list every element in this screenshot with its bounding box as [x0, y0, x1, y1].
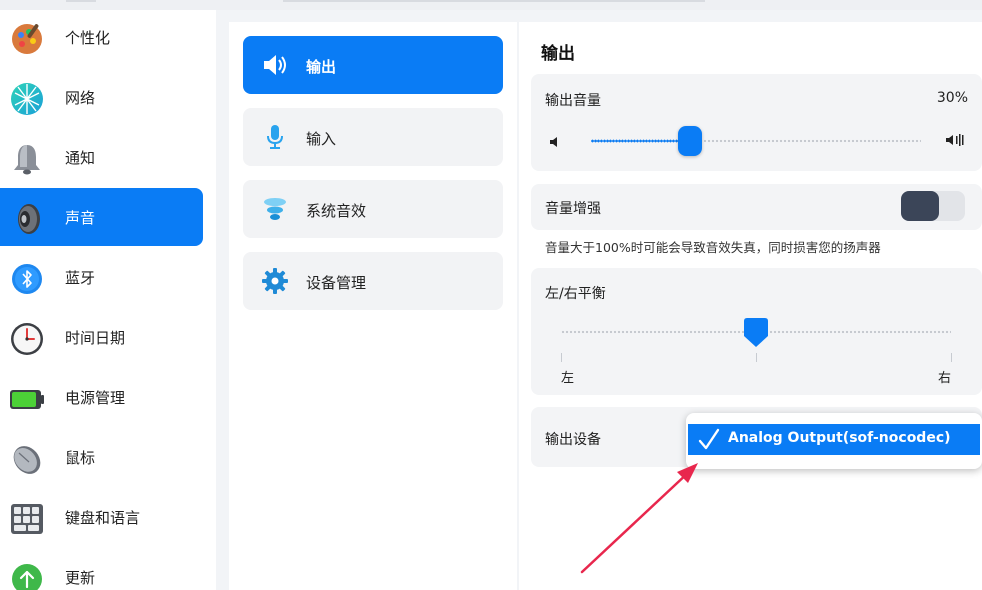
- output-volume-card: 输出音量 30%: [531, 74, 982, 171]
- output-volume-value: 30%: [936, 90, 968, 106]
- subnav-item-output[interactable]: 输出: [243, 36, 503, 94]
- subnav-item-label: 设备管理: [306, 274, 367, 292]
- volume-boost-toggle[interactable]: [901, 191, 965, 221]
- sidebar-item-label: 蓝牙: [65, 269, 96, 287]
- volume-boost-label: 音量增强: [545, 201, 601, 217]
- search-field-edge: [283, 0, 705, 2]
- dropdown-option-label: Analog Output(sof-nocodec): [728, 430, 951, 446]
- mouse-icon: [9, 441, 45, 477]
- gear-icon: [261, 267, 289, 295]
- sidebar-item-label: 时间日期: [65, 329, 126, 347]
- sound-effects-icon: [261, 195, 289, 223]
- output-device-dropdown[interactable]: Analog Output(sof-nocodec): [686, 413, 982, 469]
- subnav-item-device-management[interactable]: 设备管理: [243, 252, 503, 310]
- subnav-item-sound-effects[interactable]: 系统音效: [243, 180, 503, 238]
- checkmark-icon: [698, 427, 720, 451]
- dropdown-option-selected[interactable]: Analog Output(sof-nocodec): [688, 424, 980, 455]
- sidebar-item-keyboard[interactable]: 键盘和语言: [0, 488, 203, 546]
- sidebar-item-label: 键盘和语言: [65, 509, 141, 527]
- balance-label: 左/右平衡: [545, 286, 606, 302]
- palette-icon: [9, 21, 45, 57]
- sidebar-item-label: 鼠标: [65, 449, 96, 467]
- balance-card: 左/右平衡 左 右: [531, 268, 982, 395]
- bell-icon: [9, 141, 45, 177]
- balance-left-label: 左: [561, 371, 575, 386]
- balance-right-label: 右: [938, 371, 952, 386]
- titlebar-button-edge: [66, 0, 96, 2]
- sidebar-item-label: 更新: [65, 569, 96, 587]
- subnav-item-label: 输入: [306, 130, 337, 148]
- speaker-icon: [9, 201, 45, 237]
- sidebar-item-label: 电源管理: [65, 389, 126, 407]
- balance-tick-right: [951, 353, 952, 362]
- sidebar-item-network[interactable]: 网络: [0, 68, 203, 126]
- clock-icon: [9, 321, 45, 357]
- sidebar-item-power[interactable]: 电源管理: [0, 368, 203, 426]
- volume-low-icon[interactable]: [549, 133, 561, 152]
- output-volume-slider-thumb[interactable]: [678, 126, 702, 156]
- sidebar-item-bluetooth[interactable]: 蓝牙: [0, 248, 203, 306]
- page-title: 输出: [541, 44, 575, 64]
- battery-icon: [9, 381, 45, 417]
- sidebar-item-personalization[interactable]: 个性化: [0, 8, 203, 66]
- settings-sidebar: 个性化 网络 通知 声音 蓝牙 时间日期 电源管理 鼠标 键盘和语言 更新: [0, 10, 216, 590]
- keyboard-icon: [9, 501, 45, 537]
- subnav-item-label: 输出: [306, 58, 337, 76]
- bluetooth-icon: [9, 261, 45, 297]
- sidebar-item-label: 网络: [65, 89, 96, 107]
- output-settings-panel: 输出 输出音量 30% 音量增强 音量大于100%时可能会导致音效失真，同时损害…: [519, 22, 982, 590]
- sound-subnav-panel: 输出 输入 系统音效 设备管理: [229, 22, 517, 590]
- toggle-knob: [901, 191, 939, 221]
- update-arrow-icon: [9, 561, 45, 590]
- output-volume-label: 输出音量: [545, 93, 601, 109]
- balance-slider-thumb[interactable]: [744, 318, 768, 348]
- subnav-item-label: 系统音效: [306, 202, 367, 220]
- output-volume-slider-fill: [591, 139, 690, 143]
- sidebar-item-notifications[interactable]: 通知: [0, 128, 203, 186]
- microphone-icon: [261, 123, 289, 151]
- sidebar-item-update[interactable]: 更新: [0, 548, 203, 590]
- speaker-output-icon: [261, 51, 289, 79]
- sidebar-item-label: 个性化: [65, 29, 111, 47]
- balance-tick-center: [756, 353, 757, 362]
- sidebar-item-sound[interactable]: 声音: [0, 188, 203, 246]
- network-icon: [9, 81, 45, 117]
- volume-boost-card: 音量增强: [531, 184, 982, 230]
- sidebar-item-label: 声音: [65, 209, 96, 227]
- output-device-label: 输出设备: [545, 432, 601, 448]
- volume-boost-note: 音量大于100%时可能会导致音效失真，同时损害您的扬声器: [545, 240, 881, 255]
- sidebar-item-datetime[interactable]: 时间日期: [0, 308, 203, 366]
- sidebar-item-label: 通知: [65, 149, 96, 167]
- volume-high-icon[interactable]: [945, 132, 965, 151]
- sidebar-item-mouse[interactable]: 鼠标: [0, 428, 203, 486]
- subnav-item-input[interactable]: 输入: [243, 108, 503, 166]
- balance-tick-left: [561, 353, 562, 362]
